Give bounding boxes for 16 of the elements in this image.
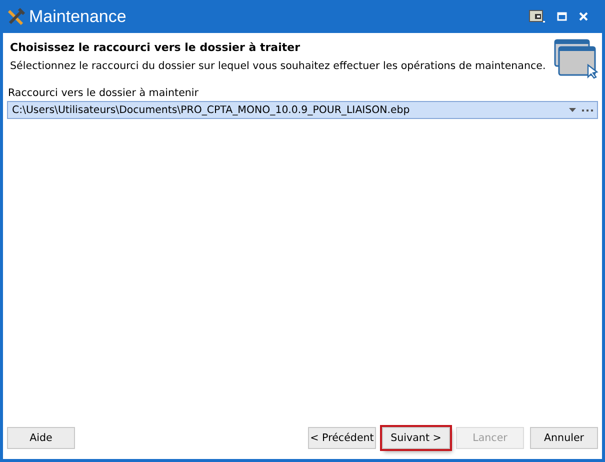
window-icon[interactable] xyxy=(529,10,545,24)
path-combo-field[interactable]: C:\Users\Utilisateurs\Documents\PRO_CPTA_MONO_10.0.9_POUR_LIAISON.ebp xyxy=(7,101,598,119)
tools-icon xyxy=(7,8,25,26)
ellipsis-icon[interactable] xyxy=(582,108,593,112)
dialog-button[interactable]: Aide xyxy=(7,427,75,449)
dialog-button[interactable]: Annuler xyxy=(530,427,598,449)
close-icon[interactable] xyxy=(579,12,588,21)
field-label: Raccourci vers le dossier à maintenir xyxy=(7,87,200,99)
windows-cursor-icon xyxy=(554,39,600,79)
maximize-icon[interactable] xyxy=(557,12,567,21)
window-title: Maintenance xyxy=(29,6,126,26)
dialog-button[interactable]: < Précédent xyxy=(308,427,376,449)
dialog-button[interactable]: Suivant > xyxy=(382,427,450,449)
step-title: Choisissez le raccourci vers le dossier à traiter xyxy=(10,41,301,54)
step-description: Sélectionnez le raccourci du dossier sur lequel vous souhaitez effectuer les opérations de maintenance. xyxy=(10,60,546,72)
dropdown-arrow-icon[interactable] xyxy=(569,108,576,112)
